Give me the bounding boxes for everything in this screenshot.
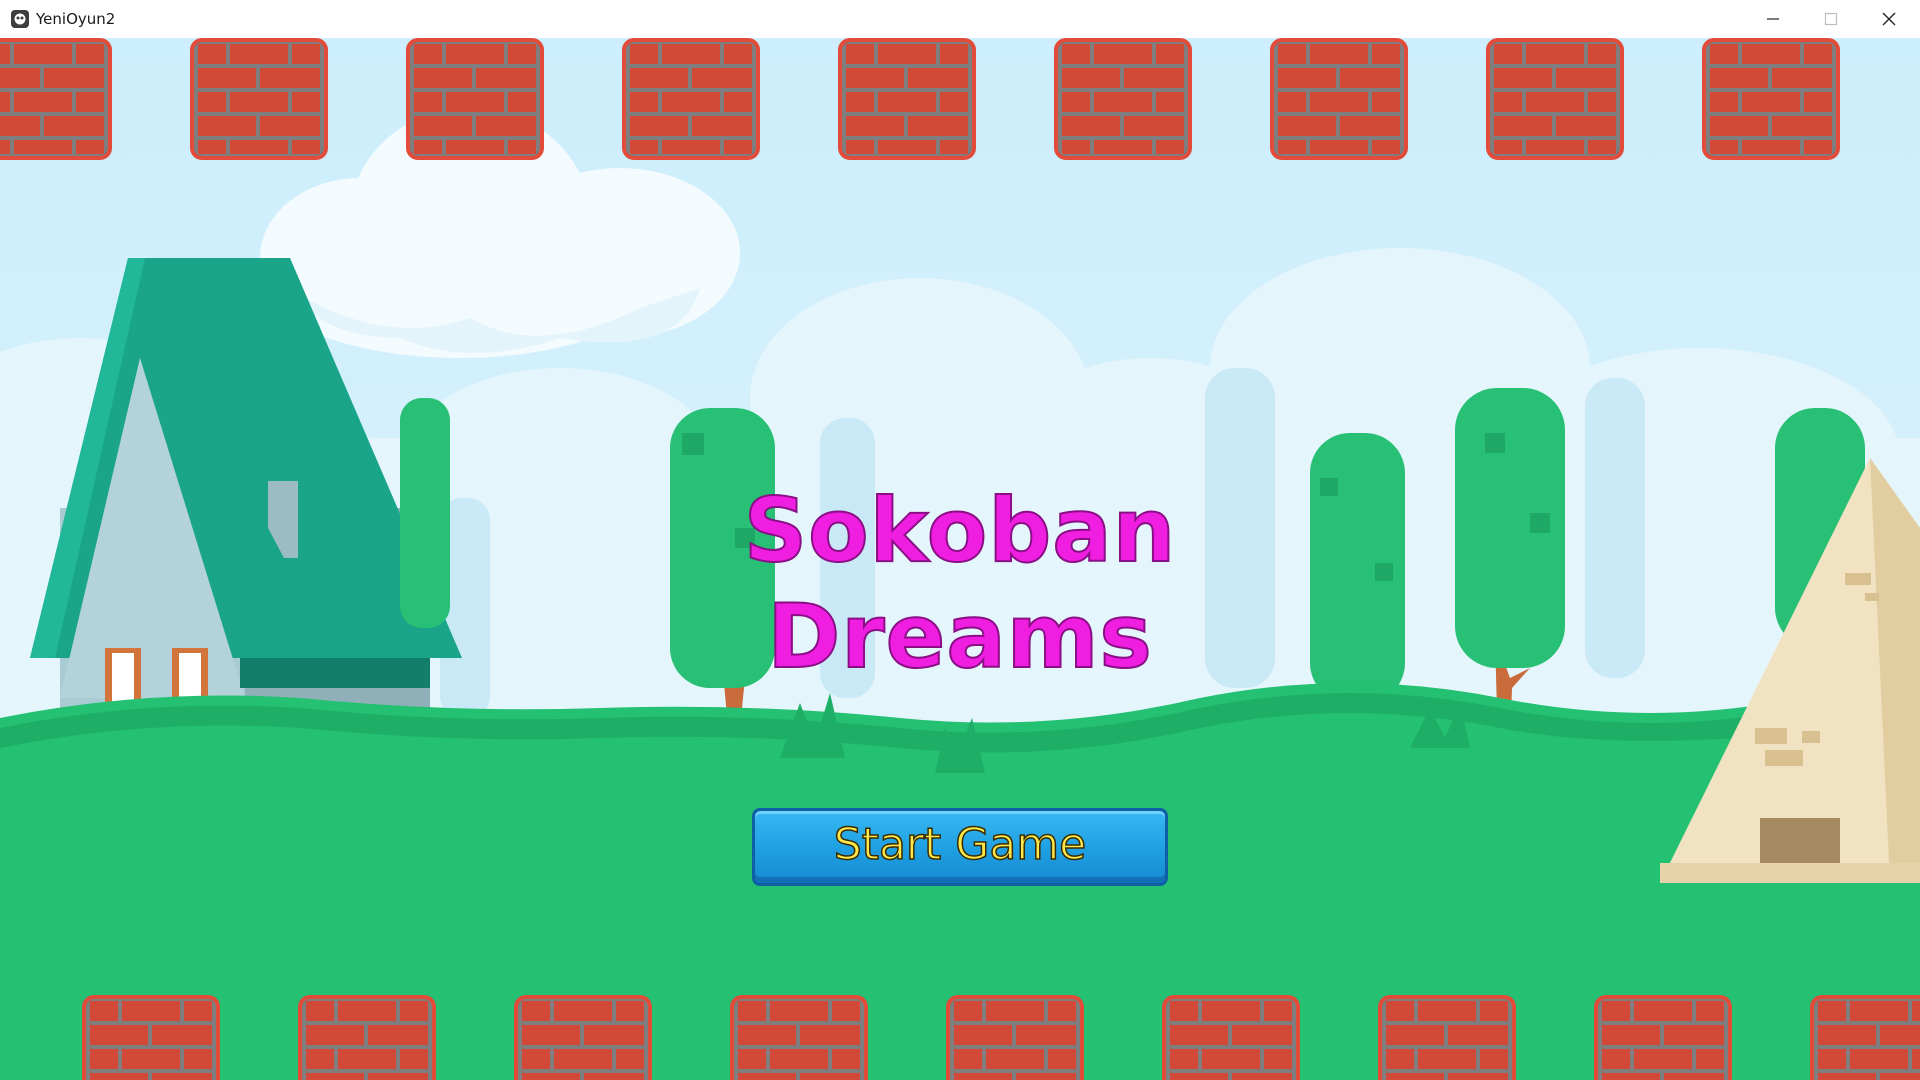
brick-wall-tile — [406, 38, 544, 160]
window-titlebar[interactable]: YeniOyun2 — [0, 0, 1920, 39]
maximize-icon — [1824, 12, 1838, 26]
game-title-line1: Sokoban — [743, 478, 1177, 583]
brick-wall-tile — [1162, 995, 1300, 1080]
brick-wall-tile — [1810, 995, 1920, 1080]
brick-wall-tile — [1054, 38, 1192, 160]
close-icon — [1882, 12, 1896, 26]
start-game-label: Start Game — [833, 818, 1087, 871]
game-title-line2: Dreams — [766, 584, 1153, 689]
brick-wall-tile — [82, 995, 220, 1080]
brick-wall-tile — [298, 995, 436, 1080]
minimize-button[interactable] — [1744, 0, 1802, 38]
godot-engine-icon — [10, 9, 30, 29]
brick-wall-tile — [1486, 38, 1624, 160]
window-title: YeniOyun2 — [36, 10, 116, 28]
brick-wall-tile — [622, 38, 760, 160]
minimize-icon — [1767, 18, 1779, 20]
start-game-button[interactable]: Start Game — [752, 808, 1168, 886]
maximize-button[interactable] — [1802, 0, 1860, 38]
brick-wall-tile — [514, 995, 652, 1080]
brick-wall-tile — [1594, 995, 1732, 1080]
brick-wall-tile — [730, 995, 868, 1080]
close-button[interactable] — [1860, 0, 1918, 38]
brick-wall-tile — [946, 995, 1084, 1080]
brick-wall-tile — [1378, 995, 1516, 1080]
game-title: Sokoban Dreams — [660, 478, 1260, 690]
brick-wall-tile — [1702, 38, 1840, 160]
brick-wall-tile — [1270, 38, 1408, 160]
brick-wall-tile — [0, 38, 112, 160]
brick-wall-tile — [190, 38, 328, 160]
game-viewport[interactable]: Sokoban Dreams Start Game — [0, 38, 1920, 1080]
brick-wall-tile — [838, 38, 976, 160]
